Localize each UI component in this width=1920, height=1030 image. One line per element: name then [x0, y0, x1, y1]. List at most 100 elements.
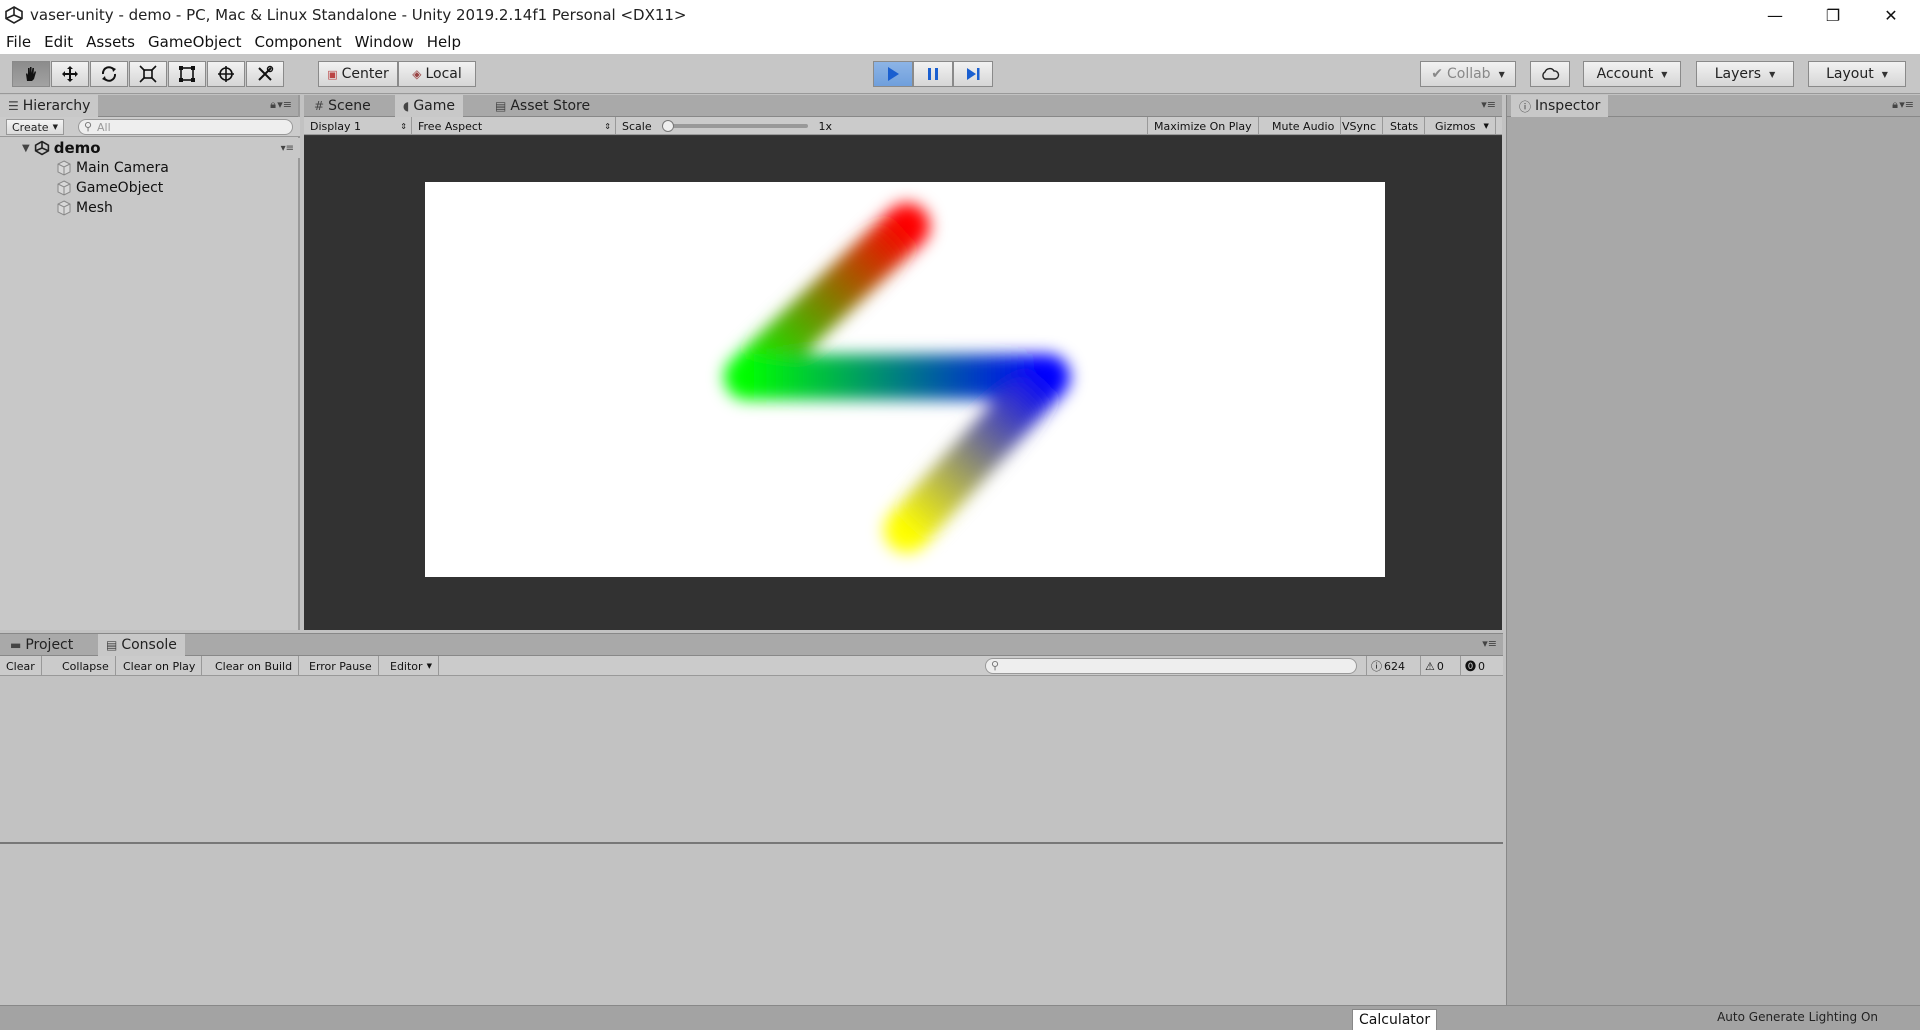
- menu-help[interactable]: Help: [427, 33, 461, 51]
- scene-name: demo: [53, 139, 101, 157]
- rotate-tool-button[interactable]: [90, 61, 128, 87]
- project-tab-label: Project: [25, 637, 74, 653]
- cloud-icon: [1542, 67, 1560, 80]
- lock-icon[interactable]: 🔒︎: [270, 98, 276, 112]
- hierarchy-search-input[interactable]: ⚲ All: [78, 119, 293, 135]
- scale-tool-icon: [139, 65, 157, 83]
- warning-count-toggle[interactable]: ⚠ 0: [1420, 656, 1448, 676]
- error-count-toggle[interactable]: ⓿ 0: [1460, 656, 1489, 676]
- tab-hierarchy[interactable]: ☰ Hierarchy: [0, 95, 99, 117]
- rendered-polyline: [724, 203, 1070, 553]
- gizmos-toggle[interactable]: Gizmos ▼: [1429, 117, 1496, 135]
- scene-menu-icon[interactable]: ▾≡: [281, 143, 294, 154]
- console-search-input[interactable]: ⚲: [985, 658, 1357, 674]
- error-pause-toggle[interactable]: Error Pause: [303, 656, 379, 676]
- gameobject-cube-icon: [57, 200, 71, 216]
- create-dropdown[interactable]: Create ▼: [6, 119, 64, 135]
- asset-store-tab-label: Asset Store: [510, 98, 591, 114]
- step-button[interactable]: [953, 61, 993, 87]
- auto-lighting-status[interactable]: Auto Generate Lighting On: [1717, 1010, 1878, 1024]
- close-button[interactable]: ✕: [1862, 0, 1920, 30]
- console-tab-label: Console: [121, 637, 177, 653]
- window-title: vaser-unity - demo - PC, Mac & Linux Sta…: [30, 6, 687, 24]
- log-count: 624: [1384, 659, 1405, 673]
- aspect-dropdown[interactable]: Free Aspect ⇕: [412, 117, 616, 135]
- log-count-toggle[interactable]: ⓘ 624: [1366, 656, 1409, 676]
- expand-arrow-icon[interactable]: ▼: [22, 143, 30, 154]
- console-detail-area[interactable]: [0, 846, 1503, 1011]
- menu-component[interactable]: Component: [255, 33, 342, 51]
- menu-file[interactable]: File: [6, 33, 31, 51]
- collapse-toggle[interactable]: Collapse: [56, 656, 116, 676]
- stats-label: Stats: [1390, 119, 1419, 133]
- scene-row[interactable]: ▼ demo ▾≡: [0, 138, 300, 158]
- clear-on-build-toggle[interactable]: Clear on Build: [209, 656, 300, 676]
- tab-inspector[interactable]: ⓘ Inspector: [1511, 95, 1609, 117]
- rect-tool-icon: [179, 66, 195, 82]
- warning-count: 0: [1436, 659, 1444, 673]
- panel-menu-icon[interactable]: ▾≡: [1482, 637, 1497, 650]
- move-tool-button[interactable]: [51, 61, 89, 87]
- hierarchy-item-main-camera[interactable]: Main Camera: [0, 158, 300, 178]
- scale-slider[interactable]: [661, 120, 809, 132]
- mute-audio-toggle[interactable]: Mute Audio: [1266, 117, 1342, 135]
- custom-tool-icon: [258, 65, 274, 81]
- stats-toggle[interactable]: Stats: [1384, 117, 1426, 135]
- game-view-panel: # Scene ◖ Game ▤ Asset Store ▾≡ Display …: [304, 95, 1502, 630]
- transform-tool-icon: [218, 66, 234, 82]
- console-log-list[interactable]: [0, 676, 1503, 844]
- tab-asset-store[interactable]: ▤ Asset Store: [487, 95, 598, 117]
- console-toolbar: Clear Collapse Clear on Play Clear on Bu…: [0, 656, 1503, 676]
- menu-assets[interactable]: Assets: [86, 33, 135, 51]
- layers-dropdown[interactable]: Layers: [1696, 61, 1794, 87]
- transform-tool-button[interactable]: [207, 61, 245, 87]
- pivot-center-toggle[interactable]: ▣ Center: [318, 61, 398, 87]
- restore-button[interactable]: ❐: [1804, 0, 1862, 30]
- scale-tool-button[interactable]: [129, 61, 167, 87]
- menu-window[interactable]: Window: [355, 33, 414, 51]
- scale-slider-thumb[interactable]: [661, 120, 674, 132]
- hierarchy-item-gameobject[interactable]: GameObject: [0, 178, 300, 198]
- vsync-toggle[interactable]: VSync: [1336, 117, 1384, 135]
- store-icon: ▤: [495, 99, 507, 113]
- play-button[interactable]: [873, 61, 913, 87]
- panel-menu-icon[interactable]: ▾≡: [1899, 98, 1914, 111]
- tab-console[interactable]: ▤ Console: [98, 634, 185, 656]
- panel-menu-icon[interactable]: ▾≡: [277, 98, 292, 111]
- account-dropdown[interactable]: Account: [1583, 61, 1681, 87]
- tab-scene[interactable]: # Scene: [306, 95, 379, 117]
- menu-gameobject[interactable]: GameObject: [148, 33, 242, 51]
- collab-dropdown[interactable]: ✔ Collab: [1420, 61, 1516, 87]
- clear-button[interactable]: Clear: [0, 656, 42, 676]
- hierarchy-item-mesh[interactable]: Mesh: [0, 198, 300, 218]
- menu-bar: File Edit Assets GameObject Component Wi…: [0, 30, 1920, 54]
- display-dropdown[interactable]: Display 1 ⇕: [304, 117, 412, 135]
- game-viewport[interactable]: [304, 136, 1502, 630]
- cloud-button[interactable]: [1530, 61, 1570, 87]
- minimize-button[interactable]: —: [1746, 0, 1804, 30]
- editor-dropdown[interactable]: Editor ▼: [384, 656, 439, 676]
- hand-tool-button[interactable]: [12, 61, 50, 87]
- hierarchy-panel: ☰ Hierarchy 🔒︎ ▾≡ Create ▼ ⚲ All ▼ demo …: [0, 95, 300, 630]
- clear-on-build-label: Clear on Build: [215, 659, 293, 673]
- lock-icon[interactable]: 🔒︎: [1892, 98, 1898, 112]
- pause-button[interactable]: [913, 61, 953, 87]
- custom-tool-button[interactable]: [246, 61, 284, 87]
- chevron-down-icon[interactable]: ▼: [1484, 122, 1489, 130]
- grid-icon: #: [314, 99, 325, 113]
- clear-on-play-toggle[interactable]: Clear on Play: [117, 656, 203, 676]
- maximize-on-play-toggle[interactable]: Maximize On Play: [1147, 117, 1259, 135]
- unity-scene-icon: [34, 140, 49, 156]
- console-icon: ▤: [106, 638, 118, 652]
- status-bar: Calculator Auto Generate Lighting On: [0, 1005, 1920, 1030]
- info-icon: ⓘ: [1519, 99, 1532, 114]
- layout-dropdown[interactable]: Layout: [1808, 61, 1906, 87]
- gameobject-cube-icon: [57, 180, 71, 196]
- tab-game[interactable]: ◖ Game: [395, 95, 464, 117]
- tab-project[interactable]: ▬ Project: [2, 634, 81, 656]
- pivot-space-toggle[interactable]: ◈ Local: [398, 61, 476, 87]
- rect-tool-button[interactable]: [168, 61, 206, 87]
- updown-icon: ⇕: [400, 121, 407, 131]
- menu-edit[interactable]: Edit: [44, 33, 73, 51]
- panel-menu-icon[interactable]: ▾≡: [1481, 98, 1496, 111]
